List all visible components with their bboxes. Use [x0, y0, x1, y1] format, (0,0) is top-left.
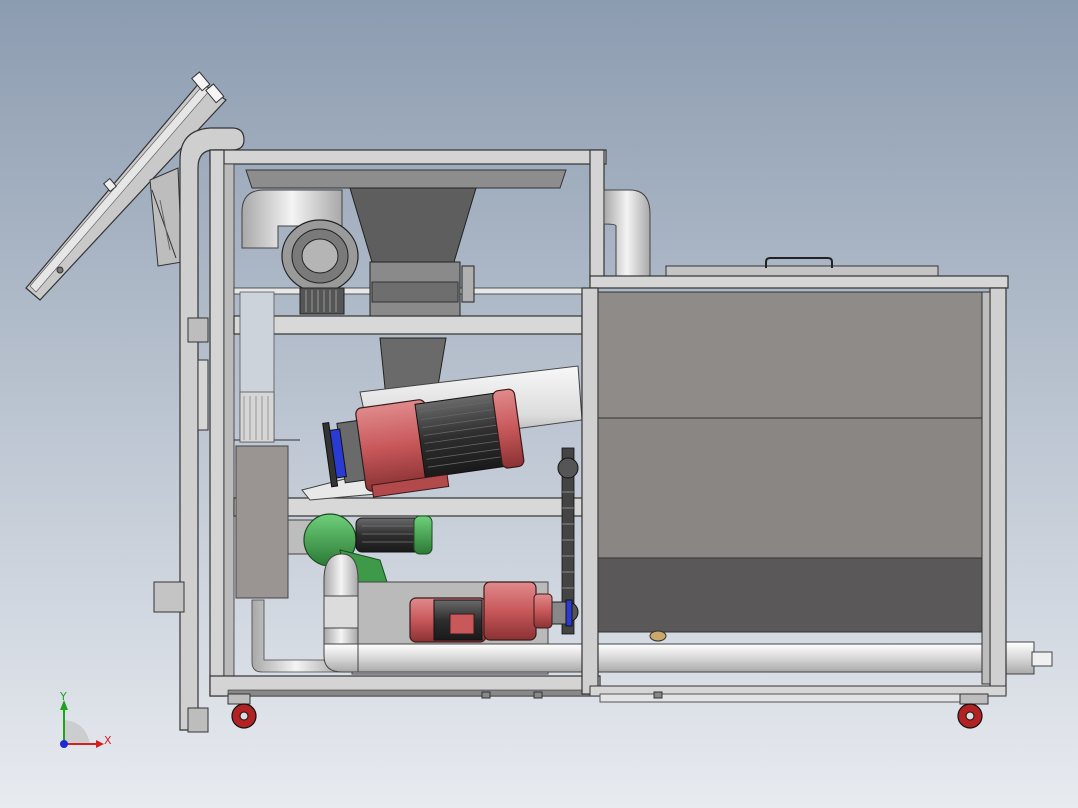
x-axis-label: X — [104, 734, 112, 747]
y-axis-label: Y — [59, 690, 67, 703]
cad-viewport[interactable]: Y X — [0, 0, 1078, 808]
machine-side-view: Y X — [0, 0, 1078, 808]
